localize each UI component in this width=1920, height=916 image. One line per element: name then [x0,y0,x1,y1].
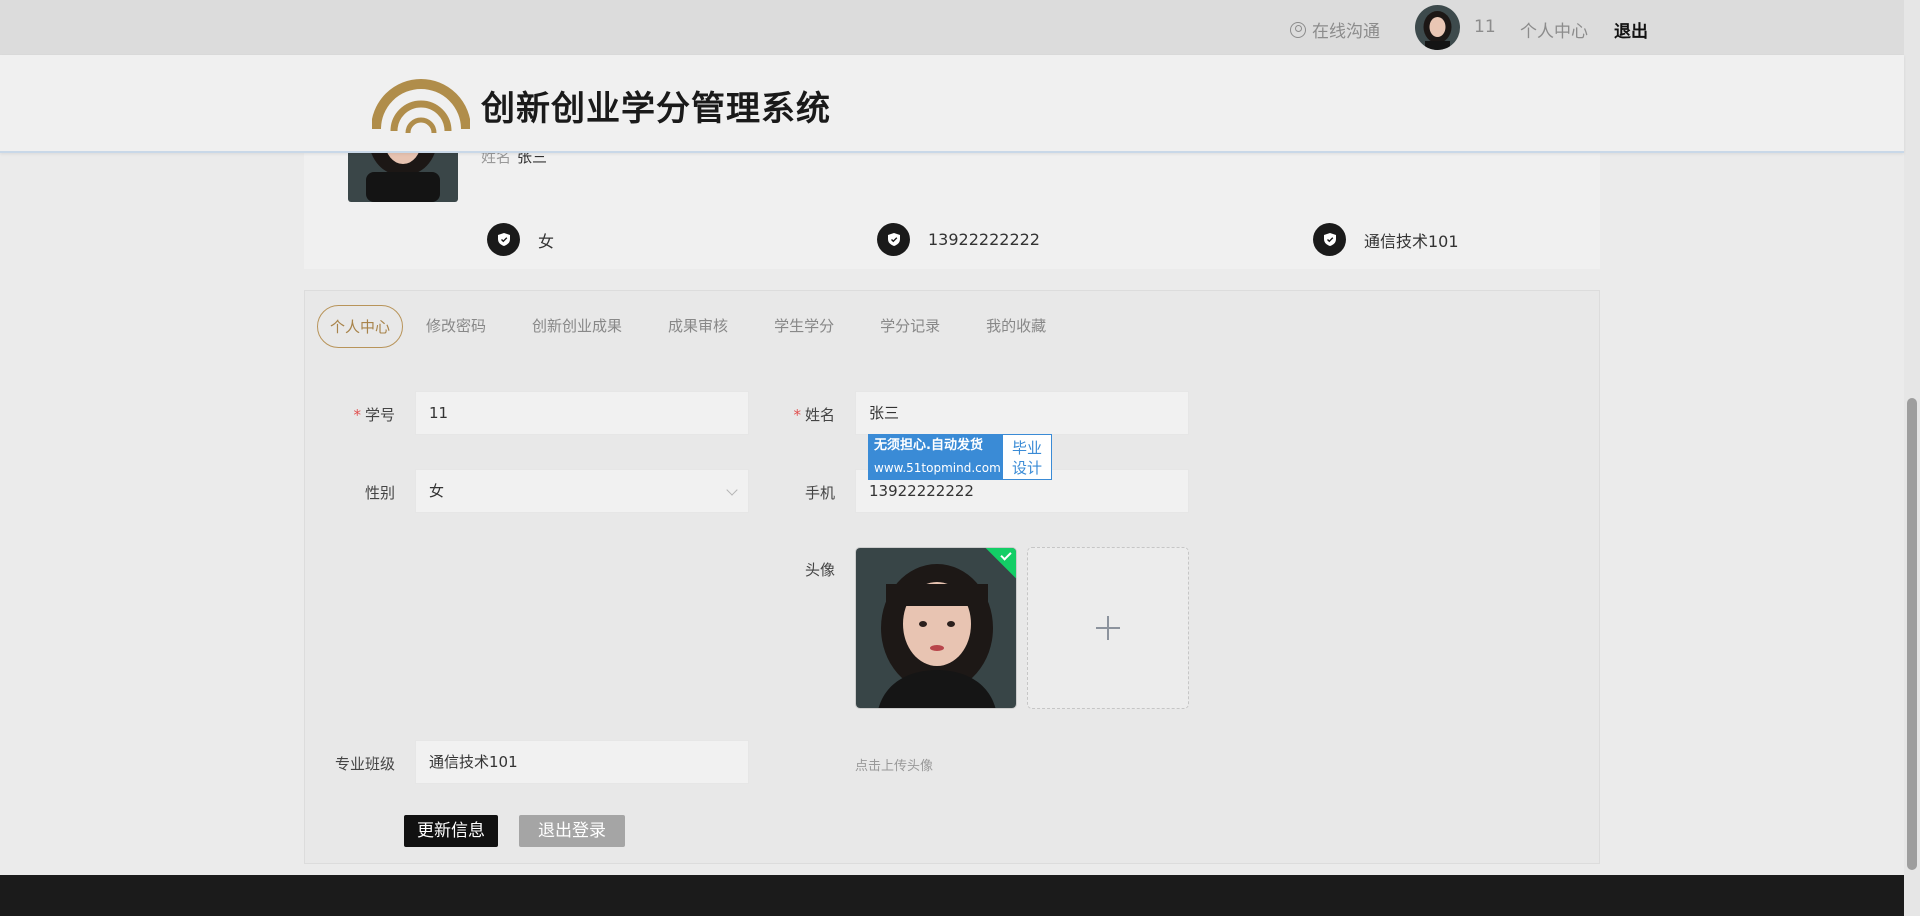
profile-gender: 女 [487,223,554,256]
watermark-left: 无须担心.自动发货 www.51topmind.com [869,435,1003,479]
logout-button[interactable]: 退出登录 [519,815,625,847]
chevron-down-icon [726,484,737,495]
online-chat-label: 在线沟通 [1312,17,1380,42]
system-title: 创新创业学分管理系统 [481,81,831,130]
tab-bar: 个人中心 修改密码 创新创业成果 成果审核 学生学分 学分记录 我的收藏 [317,305,1069,348]
scrollbar-thumb[interactable] [1907,398,1917,870]
avatar-label: 头像 [745,559,835,580]
uploaded-avatar[interactable] [855,547,1017,709]
personal-center-panel: 个人中心 修改密码 创新创业成果 成果审核 学生学分 学分记录 我的收藏 *学号… [304,290,1600,864]
class-field[interactable]: 通信技术101 [415,740,749,784]
watermark-line2: www.51topmind.com [874,457,1003,479]
shield-icon [877,223,910,256]
upload-hint: 点击上传头像 [855,755,933,774]
avatar[interactable] [1415,5,1460,50]
student-no-label-text: 学号 [365,406,395,424]
footer [0,875,1904,916]
profile-phone: 13922222222 [877,223,1040,256]
avatar-photo-icon [856,548,1017,709]
watermark-line1: 无须担心.自动发货 [874,435,1003,457]
update-info-button[interactable]: 更新信息 [404,815,498,847]
name-field[interactable]: 张三 [855,391,1189,435]
tab-credit-records[interactable]: 学分记录 [857,305,963,348]
personal-center-link[interactable]: 个人中心 [1520,17,1588,42]
watermark-right-line2: 设计 [1003,458,1051,478]
tab-my-favorites[interactable]: 我的收藏 [963,305,1069,348]
student-no-label: *学号 [305,404,395,425]
site-header: 创新创业学分管理系统 [0,55,1904,153]
profile-class-value: 通信技术101 [1364,228,1459,252]
phone-label: 手机 [745,482,835,503]
required-mark: * [353,406,361,424]
watermark-badge: 无须担心.自动发货 www.51topmind.com 毕业 设计 [868,434,1052,480]
watermark-right-line1: 毕业 [1003,438,1051,458]
user-id: 11 [1474,17,1496,37]
gender-select[interactable]: 女 [415,469,749,513]
tab-results-review[interactable]: 成果审核 [645,305,751,348]
class-label: 专业班级 [305,753,395,774]
shield-icon [487,223,520,256]
top-bar: 在线沟通 11 个人中心 退出 [0,0,1904,55]
name-label-text: 姓名 [805,406,835,424]
gender-select-value: 女 [429,482,444,500]
student-no-field[interactable]: 11 [415,391,749,435]
tab-personal-center[interactable]: 个人中心 [317,305,403,348]
profile-class: 通信技术101 [1313,223,1459,256]
shield-icon [1313,223,1346,256]
avatar-image-icon [1415,5,1460,50]
avatar-upload-button[interactable] [1027,547,1189,709]
gender-label: 性别 [305,482,395,503]
arch-logo-icon [372,73,470,135]
tab-innovation-results[interactable]: 创新创业成果 [509,305,645,348]
tab-student-credits[interactable]: 学生学分 [751,305,857,348]
watermark-right: 毕业 设计 [1003,435,1051,479]
plus-icon [1094,614,1122,642]
tab-change-password[interactable]: 修改密码 [403,305,509,348]
user-circle-icon [1290,22,1306,38]
logout-link[interactable]: 退出 [1614,17,1648,42]
name-label: *姓名 [745,404,835,425]
profile-phone-value: 13922222222 [928,230,1040,249]
online-chat-link[interactable]: 在线沟通 [1290,17,1380,42]
profile-gender-value: 女 [538,228,554,252]
required-mark: * [793,406,801,424]
